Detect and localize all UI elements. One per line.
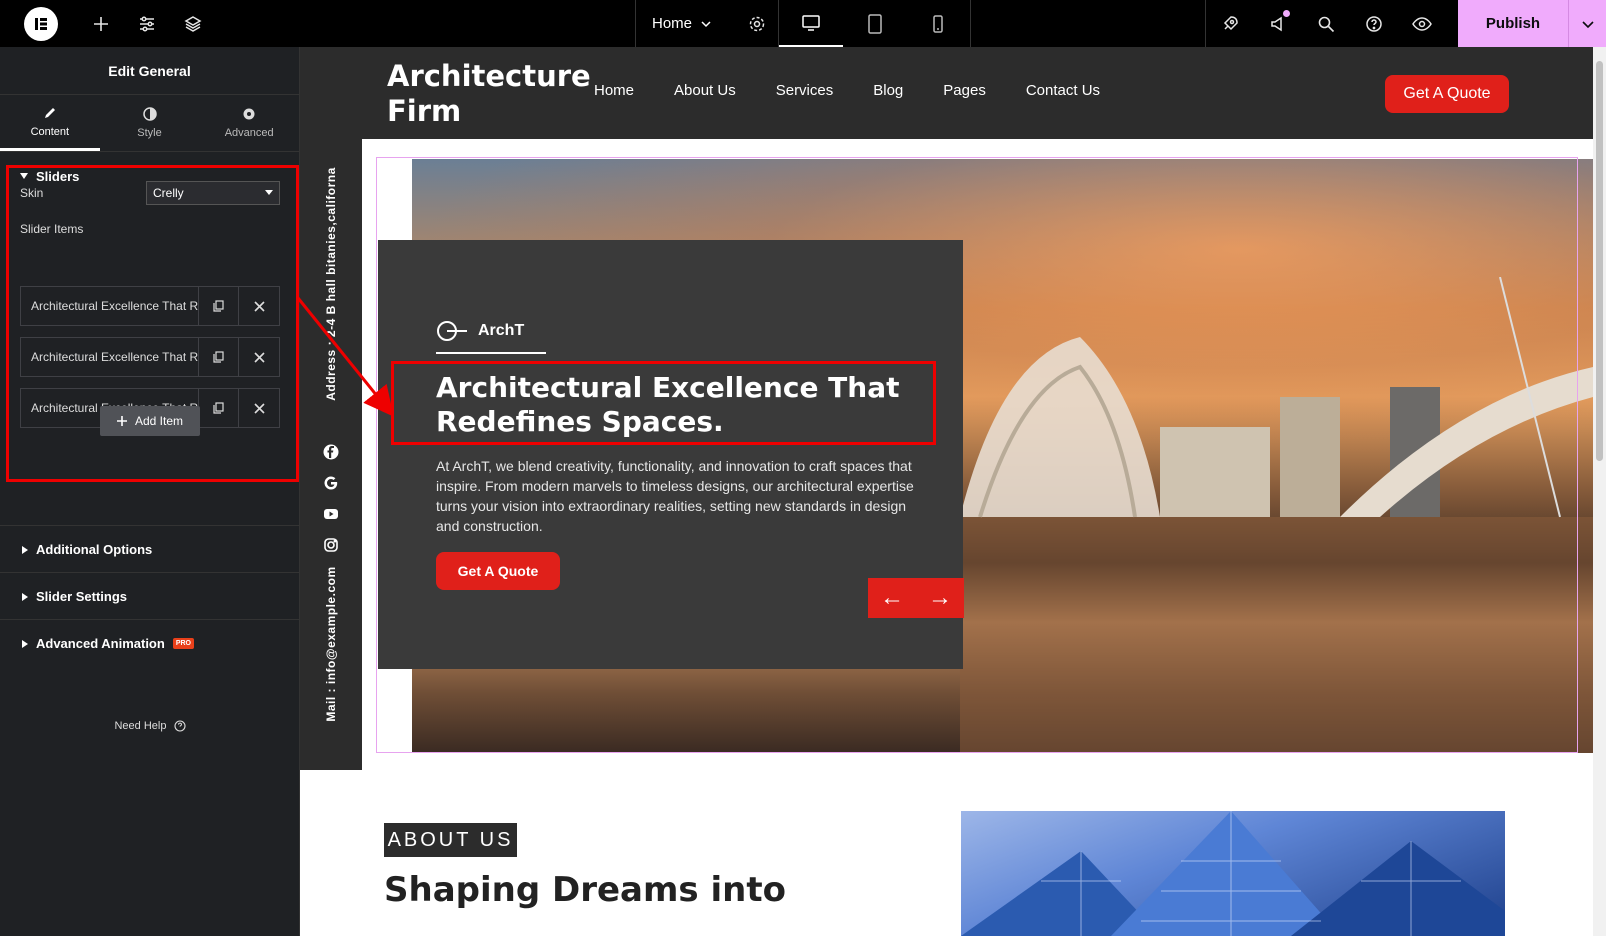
- preview-eye-icon[interactable]: [1398, 0, 1446, 47]
- add-item-button[interactable]: Add Item: [100, 406, 200, 436]
- youtube-icon[interactable]: [323, 506, 339, 522]
- archt-logo-icon: [437, 321, 467, 341]
- search-icon[interactable]: [1302, 0, 1350, 47]
- chevron-down-icon: [701, 20, 711, 27]
- need-help-label: Need Help: [114, 720, 167, 732]
- about-building-image: [961, 811, 1505, 936]
- caret-right-icon: [22, 639, 28, 648]
- page-settings-gear-icon[interactable]: [735, 0, 779, 47]
- arrow-right-icon[interactable]: →: [928, 584, 952, 612]
- panel-tabs: Content Style Advanced: [0, 95, 299, 152]
- nav-item-contact-us[interactable]: Contact Us: [1026, 82, 1100, 99]
- site-header: Architecture Firm Home About Us Services…: [362, 47, 1593, 139]
- nav-item-pages[interactable]: Pages: [943, 82, 986, 99]
- tab-advanced[interactable]: Advanced: [199, 95, 299, 151]
- site-title[interactable]: Architecture Firm: [387, 59, 591, 129]
- skin-value: Crelly: [153, 186, 184, 200]
- need-help-link[interactable]: Need Help: [0, 720, 300, 732]
- slider-settings-section[interactable]: Slider Settings: [0, 572, 300, 620]
- editor-topbar: Home Publish: [0, 0, 1606, 47]
- contrast-icon: [142, 107, 157, 121]
- site-title-line: Firm: [387, 94, 462, 128]
- publish-options-chevron-icon[interactable]: [1568, 0, 1606, 47]
- address-text: Address : 2-4 B hall bitanies,californa: [324, 167, 338, 401]
- nav-item-services[interactable]: Services: [776, 82, 834, 99]
- tablet-icon[interactable]: [843, 0, 907, 47]
- advanced-animation-section[interactable]: Advanced Animation PRO: [0, 619, 300, 667]
- section-title: Advanced Animation: [36, 636, 165, 651]
- duplicate-icon[interactable]: [199, 389, 239, 427]
- slider-items-label: Slider Items: [20, 222, 84, 236]
- arrow-left-icon[interactable]: ←: [880, 584, 904, 612]
- google-icon[interactable]: [323, 475, 339, 491]
- caret-right-icon: [22, 545, 28, 554]
- remove-icon[interactable]: [239, 389, 279, 427]
- nav-item-blog[interactable]: Blog: [873, 82, 903, 99]
- caret-down-icon: [265, 190, 273, 195]
- brand-name: ArchT: [478, 322, 525, 339]
- notifications-megaphone-icon[interactable]: [1254, 0, 1302, 47]
- nav-item-home[interactable]: Home: [594, 82, 634, 99]
- panel-title: Edit General: [0, 47, 299, 95]
- tab-label: Advanced: [224, 127, 274, 139]
- slider-item[interactable]: Architectural Excellence That R: [20, 286, 280, 326]
- brand-underline: [436, 352, 546, 354]
- site-settings-icon[interactable]: [124, 0, 170, 47]
- hero-headline[interactable]: Architectural Excellence That Redefines …: [436, 371, 916, 439]
- main-nav: Home About Us Services Blog Pages Contac…: [594, 82, 1100, 99]
- duplicate-icon[interactable]: [199, 338, 239, 376]
- contact-sidebar-strip: Address : 2-4 B hall bitanies,californa …: [300, 47, 362, 770]
- skin-select[interactable]: Crelly: [146, 181, 280, 205]
- slider-item[interactable]: Architectural Excellence That R: [20, 337, 280, 377]
- hero-description: At ArchT, we blend creativity, functiona…: [436, 458, 914, 534]
- tab-content[interactable]: Content: [0, 95, 100, 151]
- hero-quote-button[interactable]: Get A Quote: [436, 552, 560, 590]
- rocket-icon[interactable]: [1206, 0, 1254, 47]
- section-title: Slider Settings: [36, 589, 128, 604]
- canvas-scrollbar[interactable]: [1593, 47, 1606, 936]
- page-canvas: Address : 2-4 B hall bitanies,californa …: [300, 47, 1593, 936]
- pencil-icon: [44, 107, 55, 118]
- help-icon[interactable]: [1350, 0, 1398, 47]
- hero-slide-card: ArchT Architectural Excellence That Rede…: [378, 240, 964, 669]
- slider-arrows: ← →: [868, 578, 964, 618]
- skin-label: Skin: [20, 186, 44, 200]
- help-icon: [173, 720, 186, 732]
- facebook-icon[interactable]: [323, 444, 339, 460]
- about-section-title: Shaping Dreams into: [384, 870, 786, 910]
- mail-text: Mail : info@example.com: [324, 566, 338, 722]
- tab-label: Content: [30, 125, 70, 138]
- elementor-logo-icon[interactable]: [24, 6, 58, 41]
- mobile-icon[interactable]: [906, 0, 970, 47]
- header-quote-button[interactable]: Get A Quote: [1385, 75, 1509, 113]
- page-name: Home: [652, 15, 693, 32]
- gear-icon: [243, 108, 255, 120]
- additional-options-section[interactable]: Additional Options: [0, 525, 300, 573]
- remove-icon[interactable]: [239, 287, 279, 325]
- skin-control: Skin Crelly: [20, 181, 280, 205]
- add-element-icon[interactable]: [78, 0, 124, 47]
- instagram-icon[interactable]: [323, 537, 339, 553]
- site-title-line: Architecture: [387, 59, 591, 93]
- brand-badge: ArchT: [436, 320, 524, 342]
- pro-badge: PRO: [172, 638, 194, 649]
- desktop-icon[interactable]: [779, 0, 843, 47]
- about-section-label: ABOUT US: [384, 823, 517, 857]
- section-title: Additional Options: [36, 542, 153, 557]
- plus-icon: [116, 416, 127, 426]
- slider-item-title[interactable]: Architectural Excellence That R: [21, 287, 199, 325]
- responsive-mode-switcher: [779, 0, 971, 47]
- scrollbar-thumb[interactable]: [1596, 61, 1603, 461]
- publish-button[interactable]: Publish: [1458, 0, 1568, 47]
- tab-style[interactable]: Style: [100, 95, 200, 151]
- structure-layers-icon[interactable]: [170, 0, 216, 47]
- duplicate-icon[interactable]: [199, 287, 239, 325]
- slider-item-title[interactable]: Architectural Excellence That R: [21, 338, 199, 376]
- add-item-label: Add Item: [134, 414, 184, 428]
- nav-item-about-us[interactable]: About Us: [674, 82, 736, 99]
- caret-right-icon: [22, 592, 28, 601]
- remove-icon[interactable]: [239, 338, 279, 376]
- tab-label: Style: [137, 127, 162, 139]
